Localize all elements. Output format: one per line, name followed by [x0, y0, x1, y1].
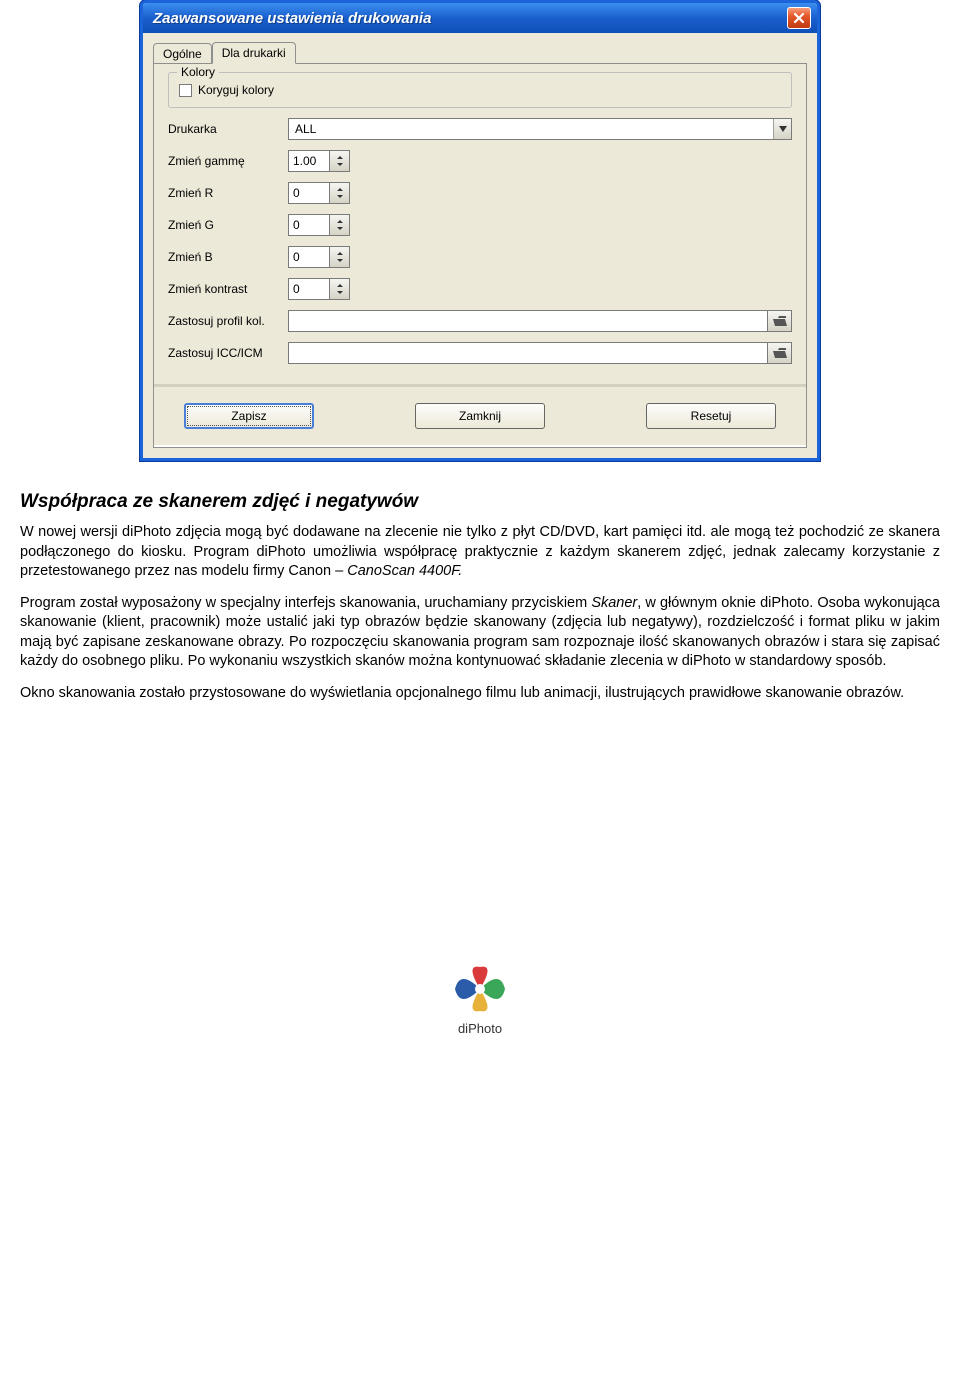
g-input[interactable]	[288, 214, 330, 236]
doc-paragraph-3: Okno skanowania zostało przystosowane do…	[20, 684, 940, 704]
logo-icon	[450, 964, 510, 1014]
doc-paragraph-1: W nowej wersji diPhoto zdjęcia mogą być …	[20, 523, 940, 582]
tab-general[interactable]: Ogólne	[153, 43, 212, 65]
correct-colors-row[interactable]: Koryguj kolory	[179, 83, 781, 97]
tab-printer[interactable]: Dla drukarki	[212, 42, 296, 64]
g-row: Zmień G	[168, 214, 792, 236]
printer-value: ALL	[295, 122, 316, 136]
save-button[interactable]: Zapisz	[184, 403, 314, 429]
chevron-down-icon[interactable]	[773, 119, 791, 139]
doc-paragraph-2: Program został wyposażony w specjalny in…	[20, 594, 940, 672]
correct-colors-label: Koryguj kolory	[198, 83, 274, 97]
gamma-row: Zmień gammę	[168, 150, 792, 172]
folder-open-icon[interactable]	[768, 342, 792, 364]
profile-row: Zastosuj profil kol.	[168, 310, 792, 332]
contrast-label: Zmień kontrast	[168, 282, 288, 296]
r-row: Zmień R	[168, 182, 792, 204]
icc-input[interactable]	[288, 342, 768, 364]
contrast-row: Zmień kontrast	[168, 278, 792, 300]
spinner-icon[interactable]	[330, 150, 350, 172]
tab-strip: Ogólne Dla drukarki	[143, 34, 817, 64]
doc-heading: Współpraca ze skanerem zdjęć i negatywów	[20, 491, 940, 513]
settings-dialog: Zaawansowane ustawienia drukowania Ogóln…	[140, 0, 820, 461]
printer-row: Drukarka ALL	[168, 118, 792, 140]
close-button[interactable]: Zamknij	[415, 403, 545, 429]
document-body: Współpraca ze skanerem zdjęć i negatywów…	[0, 491, 960, 704]
checkbox-icon[interactable]	[179, 84, 192, 97]
b-row: Zmień B	[168, 246, 792, 268]
spinner-icon[interactable]	[330, 278, 350, 300]
gamma-input[interactable]	[288, 150, 330, 172]
logo: diPhoto	[0, 964, 960, 1036]
colors-legend: Kolory	[177, 65, 219, 79]
profile-input[interactable]	[288, 310, 768, 332]
dialog-title: Zaawansowane ustawienia drukowania	[153, 10, 431, 27]
dialog-container: Zaawansowane ustawienia drukowania Ogóln…	[140, 0, 820, 461]
profile-label: Zastosuj profil kol.	[168, 314, 288, 328]
tab-panel: Kolory Koryguj kolory Drukarka ALL Zmień…	[153, 63, 807, 448]
spinner-icon[interactable]	[330, 214, 350, 236]
printer-label: Drukarka	[168, 122, 288, 136]
gamma-label: Zmień gammę	[168, 154, 288, 168]
colors-fieldset: Kolory Koryguj kolory	[168, 72, 792, 108]
spinner-icon[interactable]	[330, 246, 350, 268]
r-input[interactable]	[288, 182, 330, 204]
b-label: Zmień B	[168, 250, 288, 264]
icc-label: Zastosuj ICC/ICM	[168, 346, 288, 360]
titlebar: Zaawansowane ustawienia drukowania	[143, 3, 817, 33]
logo-caption: diPhoto	[0, 1021, 960, 1036]
button-bar: Zapisz Zamknij Resetuj	[154, 384, 806, 447]
spinner-icon[interactable]	[330, 182, 350, 204]
icc-row: Zastosuj ICC/ICM	[168, 342, 792, 364]
reset-button[interactable]: Resetuj	[646, 403, 776, 429]
printer-combo[interactable]: ALL	[288, 118, 792, 140]
close-icon[interactable]	[787, 7, 811, 29]
folder-open-icon[interactable]	[768, 310, 792, 332]
b-input[interactable]	[288, 246, 330, 268]
r-label: Zmień R	[168, 186, 288, 200]
contrast-input[interactable]	[288, 278, 330, 300]
g-label: Zmień G	[168, 218, 288, 232]
